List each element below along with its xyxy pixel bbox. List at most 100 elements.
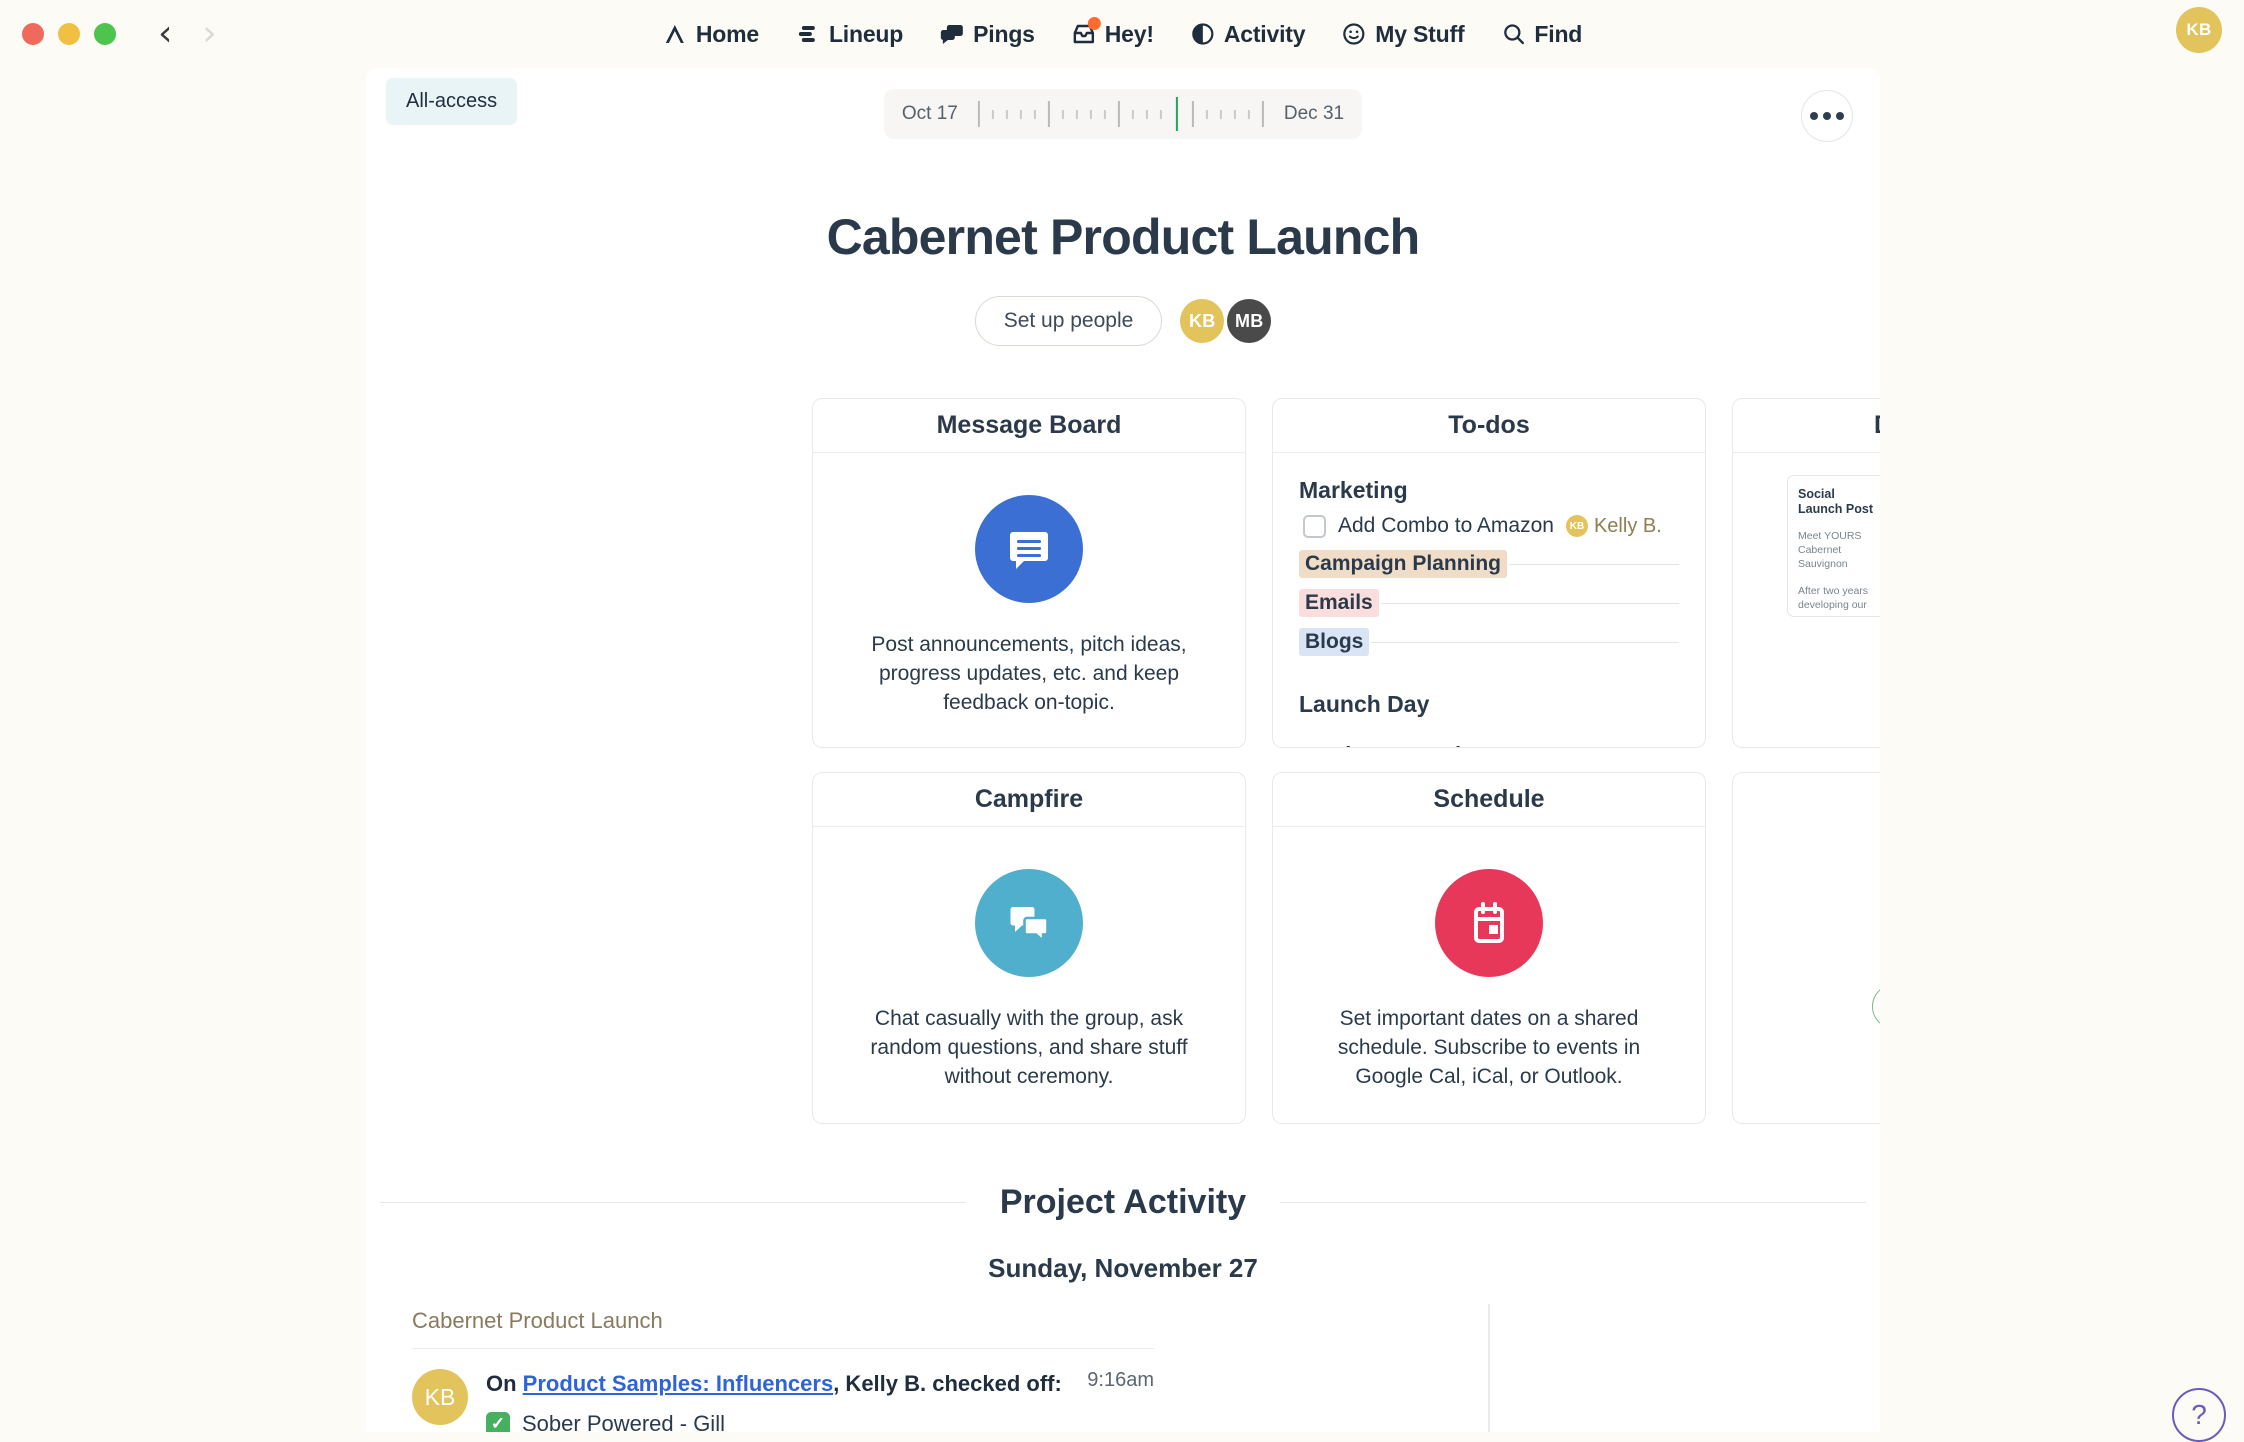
todo-item-label: Add Combo to Amazon (1338, 514, 1554, 538)
card-body-cab-costs: Cab Costs Open up ↗ (1733, 773, 1880, 1029)
timeline-start-date: Oct 17 (902, 103, 958, 125)
card-body-message-board: Post announcements, pitch ideas, progres… (813, 453, 1245, 744)
nav-item-activity[interactable]: Activity (1190, 21, 1305, 48)
card-title-message-board: Message Board (813, 399, 1245, 453)
project-more-menu-button[interactable] (1801, 90, 1853, 142)
hey-inbox-icon (1071, 21, 1097, 47)
nav-label-home: Home (696, 21, 759, 48)
card-body-todos: Marketing Add Combo to Amazon KB Kelly B… (1273, 453, 1705, 748)
message-board-icon (975, 495, 1083, 603)
activity-link[interactable]: Product Samples: Influencers (523, 1371, 834, 1396)
card-docs-files[interactable]: Docs & Files Social Launch Post Meet YOU… (1732, 398, 1880, 748)
divider (1509, 564, 1679, 565)
help-button[interactable]: ? (2172, 1388, 2226, 1442)
assignee-name: Kelly B. (1594, 515, 1662, 538)
main-navigation[interactable]: Home Lineup Pings (662, 21, 1582, 48)
titlebar: ‹ › Home Lineup (0, 0, 2244, 68)
divider (1381, 603, 1679, 604)
back-button[interactable]: ‹ (158, 16, 172, 52)
activity-column-divider (1488, 1304, 1490, 1432)
activity-content: On Product Samples: Influencers, Kelly B… (486, 1369, 1154, 1432)
minimize-window-button[interactable] (58, 23, 80, 45)
card-campfire[interactable]: Campfire Chat casually with the group, a… (812, 772, 1246, 1124)
todo-list-emails[interactable]: Emails (1299, 589, 1679, 617)
docs-files-grid: Social Launch Post Meet YOURS Cabernet S… (1733, 453, 1880, 748)
todo-group-marketing[interactable]: Marketing (1299, 477, 1679, 504)
card-todos[interactable]: To-dos Marketing Add Combo to Amazon KB … (1272, 398, 1706, 748)
divider-left (380, 1202, 966, 1204)
activity-text: On Product Samples: Influencers, Kelly B… (486, 1369, 1062, 1399)
close-window-button[interactable] (22, 23, 44, 45)
activity-project-name[interactable]: Cabernet Product Launch (412, 1308, 1154, 1349)
todo-list-campaign-planning[interactable]: Campaign Planning (1299, 550, 1679, 578)
todo-list-name: Campaign Planning (1299, 550, 1507, 578)
activity-checked-item: ✓ Sober Powered - Gill (486, 1411, 1154, 1432)
activity-row: KB On Product Samples: Influencers, Kell… (412, 1349, 1154, 1432)
project-avatars: KB MB (1180, 299, 1271, 343)
nav-item-my-stuff[interactable]: My Stuff (1341, 21, 1464, 48)
todo-item[interactable]: Add Combo to Amazon KB Kelly B. (1303, 514, 1679, 538)
nav-item-hey[interactable]: Hey! (1071, 21, 1154, 48)
activity-suffix: , Kelly B. checked off: (833, 1371, 1062, 1396)
page-title: Cabernet Product Launch (366, 208, 1880, 266)
project-timeline[interactable]: Oct 17 Dec 31 (884, 89, 1362, 139)
nav-label-pings: Pings (973, 21, 1035, 48)
doc-title: Social Launch Post (1798, 487, 1876, 517)
account-avatar[interactable]: KB (2176, 7, 2222, 53)
todo-group-launch-day[interactable]: Launch Day (1299, 691, 1679, 718)
activity-date: Sunday, November 27 (366, 1253, 1880, 1284)
card-description-schedule: Set important dates on a shared schedule… (1304, 1005, 1674, 1092)
card-body-campfire: Chat casually with the group, ask random… (813, 827, 1245, 1118)
calendar-icon (1435, 869, 1543, 977)
activity-entry: Cabernet Product Launch KB On Product Sa… (412, 1308, 1154, 1432)
campfire-chat-icon (975, 869, 1083, 977)
avatar: KB (412, 1369, 468, 1425)
project-activity-header: Project Activity (366, 1183, 1880, 1222)
window-controls[interactable] (22, 23, 116, 45)
card-title-todos: To-dos (1273, 399, 1705, 453)
nav-item-pings[interactable]: Pings (939, 21, 1035, 48)
card-description-message-board: Post announcements, pitch ideas, progres… (844, 631, 1214, 718)
todo-list-blogs[interactable]: Blogs (1299, 628, 1679, 656)
tools-grid: Message Board Post announcements, pitch … (812, 398, 1880, 1124)
nav-item-lineup[interactable]: Lineup (795, 21, 903, 48)
todo-assignee: KB Kelly B. (1566, 515, 1662, 538)
nav-label-my-activity: Activity (1224, 21, 1305, 48)
card-title-schedule: Schedule (1273, 773, 1705, 827)
divider-right (1280, 1202, 1866, 1204)
nav-item-find[interactable]: Find (1500, 21, 1582, 48)
activity-prefix: On (486, 1371, 523, 1396)
set-up-people-button[interactable]: Set up people (975, 296, 1163, 346)
checked-item-label: Sober Powered - Gill (522, 1411, 725, 1432)
card-body-schedule: Set important dates on a shared schedule… (1273, 827, 1705, 1118)
todo-group-product-samples[interactable]: Product Samples (1299, 742, 1679, 748)
avatar-kb[interactable]: KB (1180, 299, 1224, 343)
card-message-board[interactable]: Message Board Post announcements, pitch … (812, 398, 1246, 748)
divider (1371, 642, 1679, 643)
todo-list-name: Emails (1299, 589, 1379, 617)
forward-button[interactable]: › (202, 16, 216, 52)
todo-checkbox[interactable] (1303, 515, 1326, 538)
doc-excerpt-1: Meet YOURS Cabernet Sauvignon (1798, 529, 1876, 572)
avatar-mb[interactable]: MB (1227, 299, 1271, 343)
timeline-end-date: Dec 31 (1284, 103, 1344, 125)
open-up-button[interactable]: Open up ↗ (1872, 984, 1880, 1029)
card-description-campfire: Chat casually with the group, ask random… (844, 1005, 1214, 1092)
assignee-avatar: KB (1566, 515, 1588, 537)
project-activity-title: Project Activity (966, 1183, 1280, 1222)
my-stuff-smiley-icon (1341, 21, 1367, 47)
card-cab-costs[interactable]: Cab Costs Open up ↗ (1732, 772, 1880, 1124)
all-access-badge[interactable]: All-access (386, 78, 517, 125)
doc-excerpt-2: After two years developing our (1798, 584, 1876, 612)
todo-list-name: Blogs (1299, 628, 1369, 656)
card-schedule[interactable]: Schedule Set important dates on a shared… (1272, 772, 1706, 1124)
zoom-window-button[interactable] (94, 23, 116, 45)
timeline-ticks (972, 97, 1270, 131)
card-title-docs-files: Docs & Files (1733, 399, 1880, 453)
nav-item-home[interactable]: Home (662, 21, 759, 48)
nav-label-find: Find (1534, 21, 1582, 48)
pings-icon (939, 21, 965, 47)
doc-social-launch-post[interactable]: Social Launch Post Meet YOURS Cabernet S… (1787, 475, 1880, 617)
history-navigation[interactable]: ‹ › (158, 16, 217, 52)
checked-checkbox-icon: ✓ (486, 1412, 510, 1432)
